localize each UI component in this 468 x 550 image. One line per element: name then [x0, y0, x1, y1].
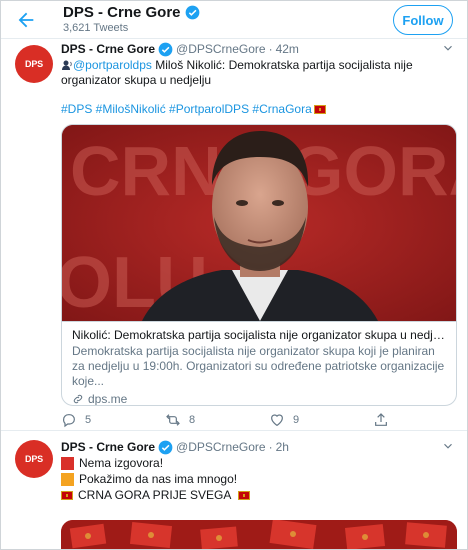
tweet-line-text: Pokažimo da nas ima mnogo! — [79, 472, 238, 486]
avatar[interactable]: DPS — [15, 440, 53, 478]
tweet-line: Nema izgovora! — [61, 455, 455, 471]
verified-badge-icon — [158, 440, 173, 454]
montenegro-flag-icon — [238, 490, 251, 500]
header-title-row: DPS - Crne Gore — [63, 4, 200, 21]
tweet-line: Pokažimo da nas ima mnogo! — [61, 471, 455, 487]
card-description: Demokratska partija socijalista nije org… — [72, 344, 445, 388]
orange-square-icon — [61, 472, 74, 486]
tweet-time[interactable]: 2h — [276, 439, 289, 455]
hashtags: #DPS #MilošNikolić #PortparolDPS #CrnaGo… — [61, 102, 455, 117]
card-image[interactable]: CRNA GORA OLU — [62, 125, 456, 321]
link-card[interactable]: CRNA GORA OLU Nikolić: Demokrats — [61, 124, 457, 406]
author-handle[interactable]: @DPSCrneGore — [176, 41, 266, 57]
reply-button[interactable]: 5 — [61, 412, 165, 428]
like-button[interactable]: 9 — [269, 412, 373, 428]
follow-button[interactable]: Follow — [393, 5, 453, 35]
meta-separator: · — [268, 42, 273, 56]
tweet-actions: 5 8 9 — [61, 412, 455, 428]
tweet-line-text: CRNA GORA PRIJE SVEGA — [78, 488, 232, 502]
card-domain[interactable]: dps.me — [88, 392, 127, 405]
chevron-down-icon[interactable] — [441, 41, 455, 55]
mention-link[interactable]: @portparoldps — [73, 58, 152, 72]
card-body: Nikolić: Demokratska partija socijalista… — [62, 321, 456, 405]
meta-separator: · — [268, 440, 273, 454]
retweet-count: 8 — [189, 414, 196, 426]
verified-badge-icon — [185, 5, 199, 20]
author-handle[interactable]: @DPSCrneGore — [176, 439, 266, 455]
profile-header: DPS - Crne Gore 3,621 Tweets Follow — [1, 1, 467, 39]
reply-count: 5 — [85, 414, 92, 426]
link-icon — [73, 394, 83, 404]
twitter-profile-window: DPS - Crne Gore 3,621 Tweets Follow DPS … — [0, 0, 468, 550]
retweet-button[interactable]: 8 — [165, 412, 269, 428]
reply-icon — [63, 414, 75, 428]
retweet-icon — [166, 414, 180, 426]
like-count: 9 — [293, 414, 300, 426]
verified-badge-icon — [158, 42, 173, 56]
back-arrow-icon[interactable] — [15, 9, 37, 31]
tweet-meta: DPS - Crne Gore @DPSCrneGore · 2h — [61, 439, 455, 455]
hashtag-links[interactable]: #DPS #MilošNikolić #PortparolDPS #CrnaGo… — [61, 102, 312, 116]
chevron-down-icon[interactable] — [441, 439, 455, 453]
tweet-content: DPS - Crne Gore @DPSCrneGore · 2h Nema i… — [61, 439, 457, 549]
share-icon — [375, 413, 387, 426]
montenegro-flag-icon — [313, 105, 326, 114]
author-name[interactable]: DPS - Crne Gore — [61, 41, 155, 57]
profile-name: DPS - Crne Gore — [63, 4, 181, 21]
tweet-time[interactable]: 42m — [276, 41, 299, 57]
tweet-text: @portparoldps Miloš Nikolić: Demokratska… — [61, 58, 455, 88]
red-square-icon — [61, 456, 74, 470]
tweet-content: DPS - Crne Gore @DPSCrneGore · 42m @port… — [61, 41, 457, 428]
tweet-meta: DPS - Crne Gore @DPSCrneGore · 42m — [61, 41, 455, 57]
tweet-line: CRNA GORA PRIJE SVEGA — [61, 487, 455, 503]
tweet-image[interactable] — [61, 520, 457, 549]
card-domain-row: dps.me — [72, 392, 446, 405]
tweet-line-text: Nema izgovora! — [79, 456, 164, 470]
crowd-flags-photo — [61, 520, 457, 549]
card-title: Nikolić: Demokratska partija socijalista… — [72, 328, 446, 342]
speaker-emoji-icon — [61, 59, 73, 71]
heart-icon — [271, 414, 283, 427]
tweet-count: 3,621 Tweets — [63, 22, 129, 34]
author-name[interactable]: DPS - Crne Gore — [61, 439, 155, 455]
tweet[interactable]: DPS DPS - Crne Gore @DPSCrneGore · 2h Ne… — [1, 432, 467, 549]
portrait-photo: CRNA GORA OLU — [62, 125, 456, 321]
header-text: DPS - Crne Gore 3,621 Tweets — [63, 4, 200, 34]
montenegro-flag-icon — [61, 490, 73, 500]
share-button[interactable] — [373, 412, 389, 428]
avatar[interactable]: DPS — [15, 45, 53, 83]
tweet[interactable]: DPS DPS - Crne Gore @DPSCrneGore · 42m @… — [1, 39, 467, 431]
